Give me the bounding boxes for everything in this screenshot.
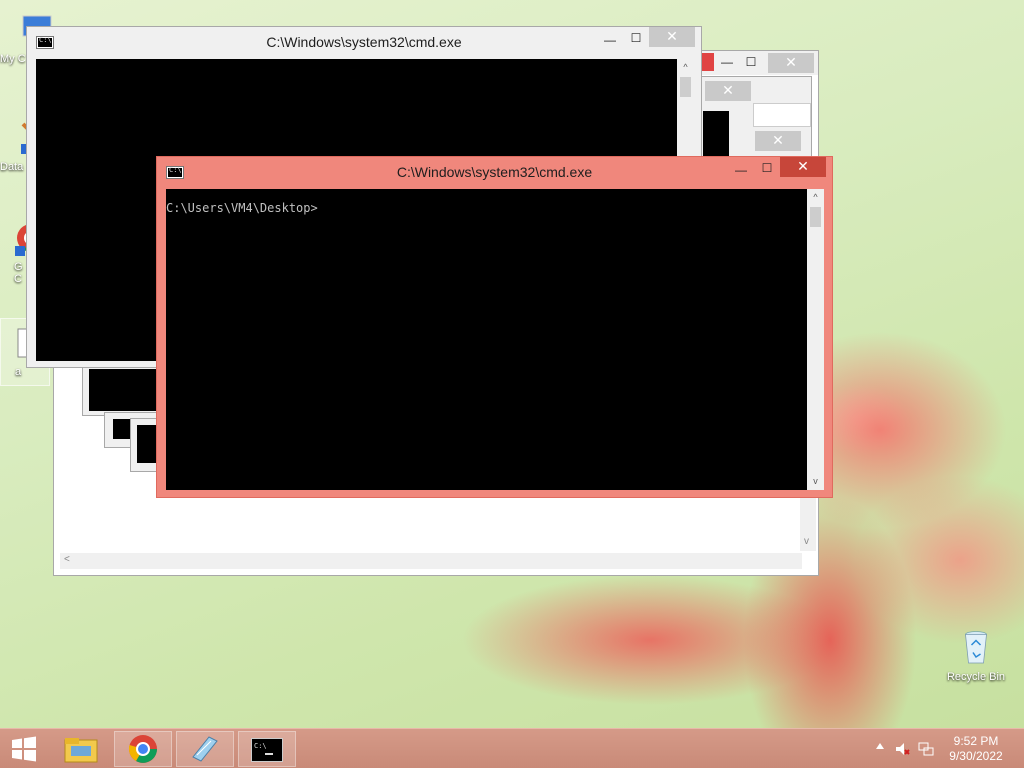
taskbar-app-explorer[interactable] <box>52 731 110 767</box>
window-fragment <box>753 103 811 127</box>
minimize-button[interactable]: — <box>728 161 754 181</box>
console-fragment <box>89 369 165 411</box>
scroll-down-icon[interactable]: v <box>807 473 824 490</box>
maximize-button[interactable]: ☐ <box>623 29 649 49</box>
recycle-bin-icon <box>965 631 987 664</box>
scroll-left-icon[interactable]: < <box>64 554 70 565</box>
background-window-frame-2[interactable]: ✕ ✕ <box>700 76 812 167</box>
taskbar: C:\ 9:52 PM 9/30/2022 <box>0 728 1024 768</box>
clock-date: 9/30/2022 <box>949 749 1003 763</box>
console-prompt: C:\Users\VM4\Desktop> <box>166 201 318 215</box>
close-button[interactable]: ✕ <box>755 131 801 151</box>
svg-text:C:\: C:\ <box>254 742 267 750</box>
scrollbar-thumb[interactable] <box>680 77 691 97</box>
network-icon[interactable] <box>918 741 934 757</box>
background-window-titlebar: — ☐ ✕ <box>698 51 818 75</box>
taskbar-app-notepad[interactable] <box>176 731 234 767</box>
cmd-icon: C:\ <box>251 738 283 762</box>
vertical-scrollbar[interactable]: ^ v <box>807 189 824 490</box>
notepad-icon <box>192 736 218 762</box>
system-tray: 9:52 PM 9/30/2022 <box>864 729 1024 768</box>
windows-start-icon <box>12 736 36 762</box>
clock-time: 9:52 PM <box>953 734 999 748</box>
maximize-button[interactable]: ☐ <box>754 159 780 179</box>
maximize-button[interactable]: ☐ <box>738 53 764 73</box>
console-fragment <box>137 425 157 463</box>
chrome-icon <box>128 735 157 763</box>
window-titlebar[interactable]: C:\Windows\system32\cmd.exe — ☐ ✕ <box>27 27 701 57</box>
console-output[interactable]: C:\Users\VM4\Desktop> <box>166 189 807 490</box>
start-button[interactable] <box>0 731 48 767</box>
desktop-icon-recycle-bin[interactable]: Recycle Bin <box>940 630 1012 683</box>
minimize-button[interactable]: — <box>597 31 623 51</box>
scroll-up-icon[interactable]: ^ <box>677 59 694 76</box>
folder-icon <box>64 738 98 763</box>
scroll-down-icon[interactable]: v <box>804 536 809 547</box>
close-button[interactable]: ✕ <box>780 157 826 177</box>
window-titlebar[interactable]: C:\Windows\system32\cmd.exe — ☐ ✕ <box>157 157 832 187</box>
horizontal-scrollbar[interactable]: < <box>60 553 802 569</box>
cmd-window-active[interactable]: C:\Windows\system32\cmd.exe — ☐ ✕ C:\Use… <box>156 156 833 498</box>
taskbar-clock[interactable]: 9:52 PM 9/30/2022 <box>944 734 1008 764</box>
close-button[interactable]: ✕ <box>649 27 695 47</box>
scrollbar-thumb[interactable] <box>810 207 821 227</box>
taskbar-app-cmd[interactable]: C:\ <box>238 731 296 767</box>
scroll-up-icon[interactable]: ^ <box>807 189 824 206</box>
volume-muted-icon[interactable] <box>894 741 910 757</box>
recycle-bin-label: Recycle Bin <box>946 671 1006 683</box>
minimize-button[interactable]: — <box>714 53 740 73</box>
close-button[interactable]: ✕ <box>768 53 814 73</box>
close-button[interactable]: ✕ <box>705 81 751 101</box>
show-hidden-icons[interactable] <box>876 743 884 749</box>
taskbar-app-chrome[interactable] <box>114 731 172 767</box>
